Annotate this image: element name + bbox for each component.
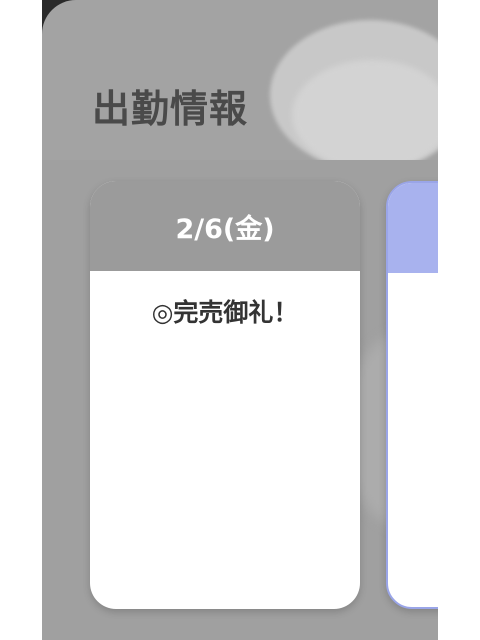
content-panel: 出勤情報 2/6(金) ◎完売御礼！ [42,0,438,640]
screen: 出勤情報 2/6(金) ◎完売御礼！ [0,0,480,640]
schedule-card-date: 2/6(金) [90,181,360,271]
schedule-card-date [388,183,438,273]
schedule-card-status [388,273,438,295]
background-photo-highlight [292,60,438,170]
schedule-card[interactable]: 2/6(金) ◎完売御礼！ [90,181,360,609]
schedule-card-status: ◎完売御礼！ [151,298,299,327]
section-title: 出勤情報 [92,87,249,131]
schedule-card-next[interactable] [386,181,438,609]
